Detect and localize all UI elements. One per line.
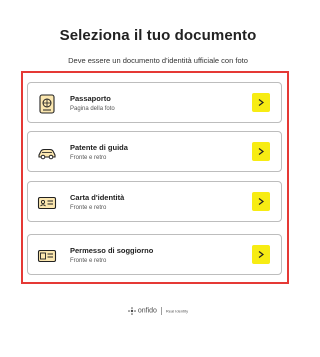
document-option-sublabel: Pagina della foto — [70, 106, 115, 112]
car-icon — [37, 143, 57, 163]
page-title: Seleziona il tuo documento — [59, 27, 257, 44]
document-option-identity-card[interactable]: Carta d'identità Fronte e retro — [27, 181, 282, 222]
document-option-residence-permit[interactable]: Permesso di soggiorno Fronte e retro — [27, 234, 282, 275]
footer: onfido Real Identity — [0, 307, 316, 315]
document-option-passport[interactable]: Passaporto Pagina della foto — [27, 82, 282, 123]
chevron-right-icon — [258, 251, 264, 258]
brand-name: onfido — [137, 307, 157, 315]
page-subtitle: Deve essere un documento d'identità uffi… — [68, 56, 248, 65]
chevron-right-icon — [258, 148, 264, 155]
document-option-label: Patente di guida — [70, 143, 128, 152]
select-driving-licence-button[interactable] — [252, 142, 270, 161]
document-option-label: Passaporto — [70, 94, 111, 103]
select-residence-permit-button[interactable] — [252, 245, 270, 264]
passport-icon — [37, 94, 57, 114]
select-passport-button[interactable] — [252, 93, 270, 112]
document-option-sublabel: Fronte e retro — [70, 155, 107, 161]
onfido-logo-icon — [128, 307, 136, 315]
document-option-label: Permesso di soggiorno — [70, 246, 154, 255]
residence-permit-icon — [37, 246, 57, 266]
brand-tagline: Real Identity — [165, 308, 189, 314]
chevron-right-icon — [258, 198, 264, 205]
id-card-icon — [37, 193, 57, 213]
footer-divider — [160, 307, 162, 315]
select-identity-card-button[interactable] — [252, 192, 270, 211]
document-option-sublabel: Fronte e retro — [70, 205, 107, 211]
document-option-sublabel: Fronte e retro — [70, 258, 107, 264]
chevron-right-icon — [258, 99, 264, 106]
document-option-label: Carta d'identità — [70, 193, 125, 202]
document-option-driving-licence[interactable]: Patente di guida Fronte e retro — [27, 131, 282, 172]
